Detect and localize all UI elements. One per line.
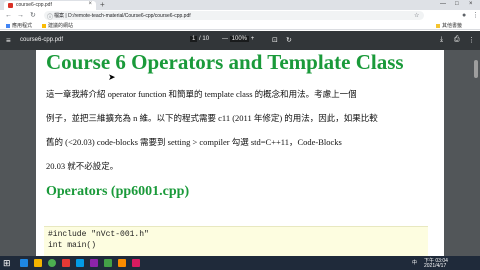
paragraph-line: 例子，並把三維擴充為 n 維。以下的程式需要 c11 (2011 年修定) 的用…	[46, 113, 378, 123]
paragraph-line: 這一章我將介紹 operator function 和簡單的 template …	[46, 89, 357, 99]
address-row: ← → ↻ ⓘ 檔案 | D:/remote-teach-material/Co…	[0, 10, 480, 21]
clock-date[interactable]: 2021/4/17	[424, 263, 446, 269]
page-input[interactable]: 1	[190, 36, 198, 42]
page-total: 10	[202, 36, 210, 42]
browser-tab[interactable]: course6-cpp.pdf ×	[4, 1, 96, 10]
tab-close-icon[interactable]: ×	[88, 1, 92, 7]
chrome-icon[interactable]	[48, 259, 56, 267]
back-button[interactable]: ←	[5, 11, 12, 20]
url-text[interactable]: 檔案 | D:/remote-teach-material/Course6-cp…	[54, 12, 191, 19]
section-title: Operators (pp6001.cpp)	[46, 184, 190, 199]
taskbar-app-icon[interactable]	[132, 259, 140, 267]
input-language[interactable]: 中	[412, 259, 417, 266]
maximize-button[interactable]: □	[455, 0, 459, 9]
fit-page-icon[interactable]: ⊡	[272, 36, 278, 44]
file-explorer-icon[interactable]	[34, 259, 42, 267]
forward-button[interactable]: →	[17, 11, 24, 20]
taskbar-app-icon[interactable]	[20, 259, 28, 267]
suggested-icon	[42, 23, 46, 28]
address-bar[interactable]: ⓘ 檔案 | D:/remote-teach-material/Course6-…	[44, 11, 424, 21]
zoom-in-button[interactable]: +	[251, 36, 255, 42]
rotate-icon[interactable]: ↻	[286, 36, 292, 44]
zoom-input[interactable]: 100%	[229, 36, 250, 42]
bookmark-apps[interactable]: 應用程式	[6, 22, 32, 29]
tab-strip: course6-cpp.pdf × + — □ ×	[0, 0, 480, 10]
apps-icon	[6, 23, 10, 28]
close-window-button[interactable]: ×	[469, 0, 473, 9]
bookmarks-bar: 應用程式 建議的網站 其他書籤	[0, 21, 480, 30]
pdf-page[interactable]: Course 6 Operators and Template Class ➤ …	[36, 50, 444, 256]
taskbar-app-icon[interactable]	[118, 259, 126, 267]
browser-menu-icon[interactable]: ⋮	[472, 11, 479, 20]
star-icon[interactable]: ☆	[414, 12, 419, 19]
more-options-icon[interactable]: ⋮	[468, 36, 475, 44]
page-indicator: 1 / 10	[190, 36, 209, 42]
taskbar-app-icon[interactable]	[104, 259, 112, 267]
download-icon[interactable]: ⤓	[440, 36, 443, 44]
tab-title: course6-cpp.pdf	[16, 2, 52, 8]
zoom-control: — 100% +	[222, 36, 254, 42]
pdf-favicon-icon	[8, 3, 13, 8]
scrollbar[interactable]	[472, 50, 480, 256]
taskbar-app-icon[interactable]	[76, 259, 84, 267]
code-block: #include "nVct-001.h" int main()	[44, 226, 428, 256]
code-line: int main()	[48, 241, 97, 250]
page-separator: /	[199, 36, 201, 42]
zoom-out-button[interactable]: —	[222, 36, 228, 42]
minimize-button[interactable]: —	[440, 0, 446, 9]
print-icon[interactable]: ⎙	[454, 36, 460, 44]
bookmark-suggested[interactable]: 建議的網站	[42, 22, 73, 29]
paragraph-line: 舊的 (<20.03) code-blocks 需要到 setting > co…	[46, 137, 342, 147]
paragraph-line: 20.03 就不必設定。	[46, 161, 119, 171]
scrollbar-thumb[interactable]	[474, 60, 478, 78]
bookmark-other[interactable]: 其他書籤	[436, 22, 462, 29]
pdf-viewer[interactable]: Course 6 Operators and Template Class ➤ …	[0, 50, 480, 256]
start-button[interactable]: ⊞	[3, 258, 11, 268]
info-icon: ⓘ	[47, 15, 54, 21]
profile-icon[interactable]: ●	[462, 11, 466, 20]
taskbar-app-icon[interactable]	[90, 259, 98, 267]
taskbar: ⊞ 中 下午 03:04 2021/4/17	[0, 256, 480, 270]
document-title: Course 6 Operators and Template Class	[46, 50, 404, 74]
reload-button[interactable]: ↻	[30, 11, 36, 20]
new-tab-button[interactable]: +	[100, 0, 105, 9]
pdf-toolbar: ≡ course6-cpp.pdf 1 / 10 — 100% + ⊡ ↻ ⤓ …	[0, 31, 480, 50]
taskbar-app-icon[interactable]	[62, 259, 70, 267]
code-line: #include "nVct-001.h"	[48, 230, 149, 239]
sidebar-menu-icon[interactable]: ≡	[6, 36, 11, 45]
pdf-title: course6-cpp.pdf	[20, 37, 64, 43]
folder-icon	[436, 23, 440, 28]
mouse-cursor-icon: ➤	[108, 72, 116, 82]
